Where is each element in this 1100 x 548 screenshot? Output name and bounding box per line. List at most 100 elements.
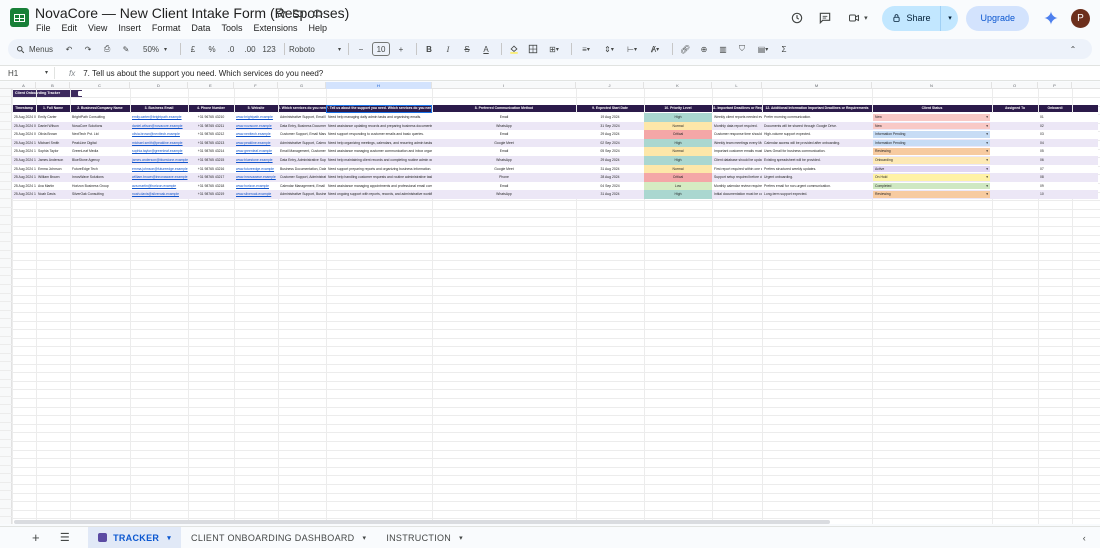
table-cell[interactable]: Customer Support, Administrative Support [278,173,326,182]
table-cell[interactable]: Emma Johnson [36,165,70,174]
table-cell[interactable]: +31 98765 43211 [188,122,234,131]
filter-view-icon[interactable] [78,91,83,96]
table-cell[interactable]: 07 [1038,165,1072,174]
status-chip[interactable]: Reviewing ▾ [873,148,990,155]
row-number[interactable] [0,509,12,518]
table-cell[interactable]: WhatsApp [432,156,576,165]
row-number[interactable] [0,251,12,260]
row-number[interactable] [0,233,12,242]
table-cell[interactable]: Need support preparing reports and organ… [326,165,432,174]
decrease-font-size-button[interactable]: − [353,39,369,59]
column-title[interactable]: 2. Business/Company Name [70,105,130,112]
table-cell[interactable]: Email [432,130,576,139]
table-cell[interactable]: Email [432,147,576,156]
column-title[interactable]: Timestamp [12,105,36,112]
table-cell[interactable]: Olivia Brown [36,130,70,139]
table-cell[interactable]: Noah Davis [36,190,70,199]
table-cell[interactable]: 06 [1038,156,1072,165]
priority-cell[interactable]: Normal [644,164,712,174]
menu-tools[interactable]: Tools [221,21,242,37]
column-title[interactable]: 4. Phone Number [188,105,234,112]
table-cell[interactable]: Existing spreadsheet will be provided. [762,156,872,165]
increase-font-size-button[interactable]: + [393,39,409,59]
column-header[interactable]: F [234,82,278,89]
email-link[interactable]: olivia.brown@nexttech.example [130,130,188,139]
priority-cell[interactable]: Low [644,181,712,191]
tab-client-onboarding-dashboard[interactable]: CLIENT ONBOARDING DASHBOARD ▾ [181,527,376,548]
table-cell[interactable]: Google Meet [432,165,576,174]
table-cell[interactable]: Horizon Business Group [70,182,130,191]
column-header[interactable]: A [12,82,36,89]
row-number[interactable] [0,105,12,113]
table-cell[interactable]: +31 98765 43213 [188,139,234,148]
email-link[interactable]: sophia.taylor@greenleaf.example [130,147,188,156]
row-number[interactable] [0,345,12,354]
table-cell[interactable]: 25 Aug 2024 11:50 [12,182,36,191]
menu-edit[interactable]: Edit [62,21,78,37]
table-cell[interactable]: Weekly team meetings every Monday. [712,139,762,148]
table-cell[interactable] [992,122,1038,131]
tab-tracker[interactable]: TRACKER ▾ [88,526,182,548]
table-cell[interactable]: Prefer morning communication. [762,113,872,122]
column-title[interactable]: 12. Additional Information Important Dea… [762,105,872,112]
row-number[interactable] [0,89,12,97]
table-cell[interactable]: 25 Aug 2024 12:09 [12,190,36,199]
table-cell[interactable] [992,139,1038,148]
more-formats-button[interactable]: 123 [261,39,277,59]
table-cell[interactable]: WhatsApp [432,122,576,131]
row-number[interactable] [0,130,12,139]
row-number[interactable] [0,225,12,234]
row-number[interactable] [0,242,12,251]
gemini-icon[interactable] [1043,10,1059,26]
table-cell[interactable]: Need assistance managing appointments an… [326,182,432,191]
add-sheet-icon[interactable]: + [22,527,50,548]
menu-insert[interactable]: Insert [118,21,141,37]
priority-cell[interactable]: Normal [644,147,712,156]
text-wrapping-icon[interactable]: ⊢ ▾ [622,39,642,59]
column-title[interactable]: Assigned To [992,105,1038,112]
table-cell[interactable]: 25 Aug 2024 11:08 [12,165,36,174]
column-title[interactable]: 6. Which services do you need? [278,105,326,112]
row-number[interactable] [0,405,12,414]
table-cell[interactable]: Data Entry, Business Documentation [278,122,326,131]
table-cell[interactable]: Need help organizing meetings, calendars… [326,139,432,148]
italic-icon[interactable]: I [440,39,456,59]
table-cell[interactable]: NextTech Pvt. Ltd [70,130,130,139]
avatar[interactable]: P [1071,8,1090,28]
priority-cell[interactable]: Critical [644,173,712,182]
column-header[interactable]: O [992,82,1038,89]
row-number[interactable] [0,122,12,131]
row-number[interactable] [0,431,12,440]
row-number[interactable] [0,199,12,208]
row-number[interactable] [0,319,12,328]
priority-cell[interactable]: High [644,113,712,122]
table-cell[interactable]: WhatsApp [432,190,576,199]
table-cell[interactable]: Customer Support, Email Management [278,130,326,139]
table-cell[interactable]: 25 Aug 2024 10:47 [12,156,36,165]
column-title[interactable]: 10. Priority Level [644,105,712,112]
table-cell[interactable]: 05 Sep 2024 [576,147,644,156]
column-title[interactable]: 11. Important Deadlines or Requirements [712,105,762,112]
version-history-icon[interactable] [786,7,808,29]
column-header[interactable]: M [762,82,872,89]
table-cell[interactable]: Sophia Taylor [36,147,70,156]
email-link[interactable]: emily.carter@brightpath.example [130,113,188,122]
table-cell[interactable] [992,130,1038,139]
table-cell[interactable]: 08 [1038,173,1072,182]
filter-views-icon[interactable]: ▤ ▾ [753,39,773,59]
merge-cells-icon[interactable]: ⊞ ▾ [544,39,564,59]
email-link[interactable]: noah.davis@silveroak.example [130,190,188,199]
table-cell[interactable]: 10 [1038,190,1072,199]
status-chip[interactable]: Reviewing ▾ [873,191,990,198]
row-number[interactable] [0,165,12,174]
table-cell[interactable]: 25 Aug 2024 09:40 [12,130,36,139]
table-cell[interactable]: BrightPath Consulting [70,113,130,122]
strikethrough-icon[interactable]: S [459,39,475,59]
website-link[interactable]: www.brightpath.example [234,113,278,122]
zoom-select[interactable]: 50% ▾ [137,39,173,59]
undo-icon[interactable]: ↶ [61,39,77,59]
meet-camera-icon[interactable]: ▾ [842,7,872,29]
table-cell[interactable]: Need assistance updating records and pre… [326,122,432,131]
priority-cell[interactable]: Normal [644,121,712,131]
table-cell[interactable]: 25 Aug 2024 10:20 [12,147,36,156]
